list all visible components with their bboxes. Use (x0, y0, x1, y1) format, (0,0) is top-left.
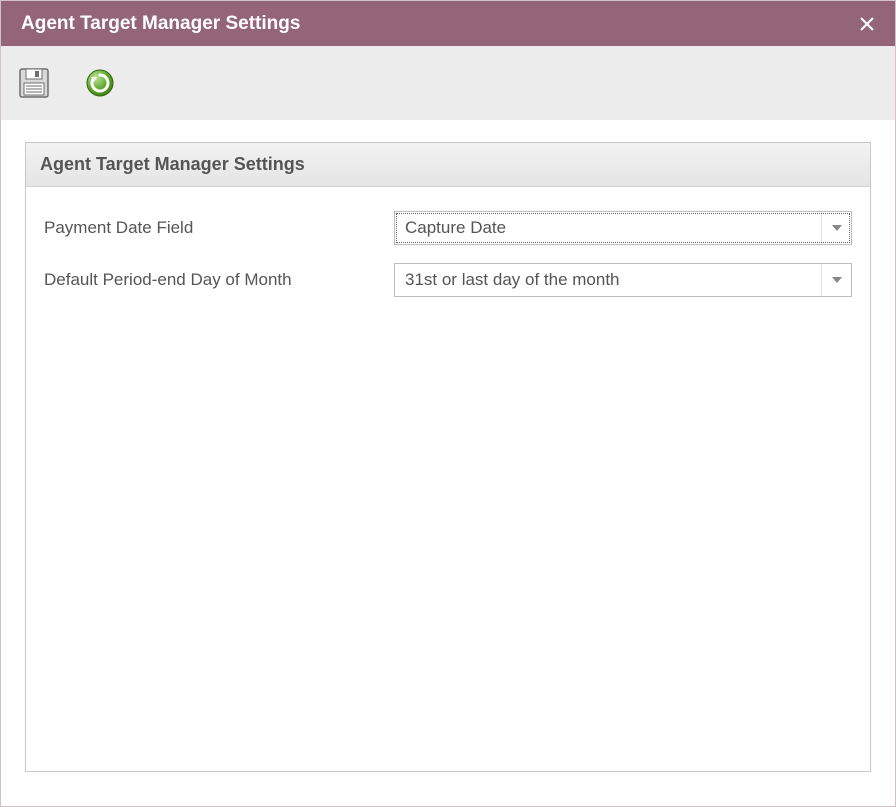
select-payment-date-field[interactable]: Capture Date (394, 211, 852, 245)
panel-body: Payment Date Field Capture Date Default … (26, 187, 870, 339)
select-value: 31st or last day of the month (395, 264, 821, 296)
refresh-button[interactable] (81, 64, 119, 102)
chevron-down-icon (821, 264, 851, 296)
settings-window: Agent Target Manager Settings (0, 0, 896, 807)
row-payment-date-field: Payment Date Field Capture Date (44, 211, 852, 245)
settings-panel: Agent Target Manager Settings Payment Da… (25, 142, 871, 772)
row-default-period-end: Default Period-end Day of Month 31st or … (44, 263, 852, 297)
chevron-down-icon (821, 212, 851, 244)
titlebar: Agent Target Manager Settings (1, 1, 895, 46)
window-title: Agent Target Manager Settings (21, 13, 300, 35)
save-button[interactable] (15, 64, 53, 102)
close-button[interactable] (855, 12, 879, 36)
select-default-period-end[interactable]: 31st or last day of the month (394, 263, 852, 297)
label-default-period-end: Default Period-end Day of Month (44, 270, 394, 290)
refresh-icon (85, 68, 115, 98)
content-area: Agent Target Manager Settings Payment Da… (1, 120, 895, 806)
close-icon (859, 16, 875, 32)
diskette-icon (18, 67, 50, 99)
toolbar (1, 46, 895, 120)
panel-heading: Agent Target Manager Settings (26, 143, 870, 187)
label-payment-date-field: Payment Date Field (44, 218, 394, 238)
select-value: Capture Date (395, 212, 821, 244)
